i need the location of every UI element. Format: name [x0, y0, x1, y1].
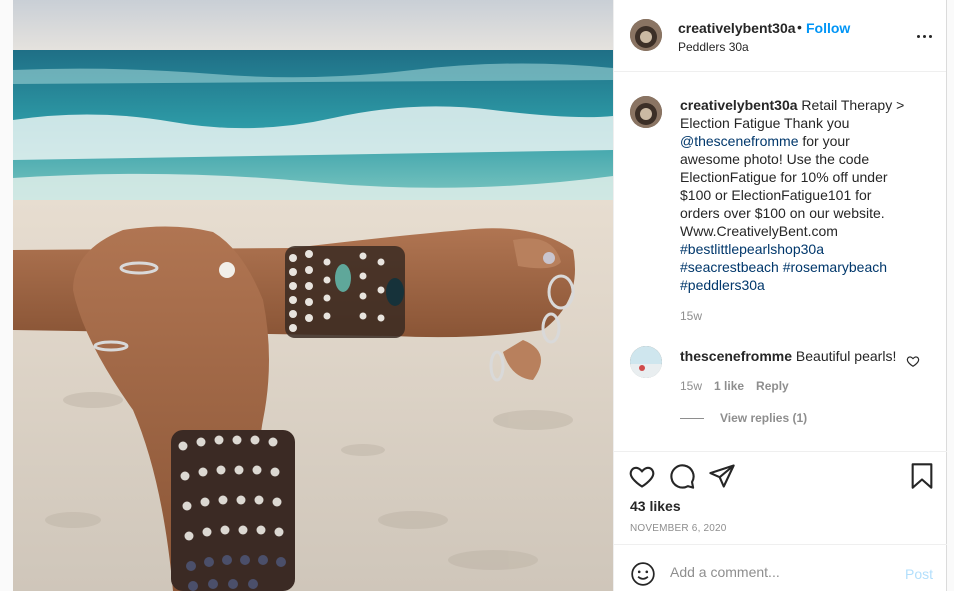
comment-body: Beautiful pearls!	[792, 348, 897, 364]
avatar[interactable]	[630, 19, 662, 51]
follow-button[interactable]: Follow	[806, 20, 850, 36]
add-comment-bar: Post	[614, 544, 948, 591]
hashtag-link[interactable]: #bestlittlepearlshop30a	[680, 241, 824, 257]
share-icon[interactable]	[708, 462, 736, 490]
replies-divider	[680, 418, 704, 419]
wrist-bracelets	[285, 246, 405, 338]
likes-count[interactable]: 43 likes	[630, 498, 681, 514]
post-username[interactable]: creativelybent30a	[678, 20, 796, 36]
avatar[interactable]	[630, 346, 662, 378]
comment-icon[interactable]	[668, 462, 696, 490]
post-comment-button[interactable]: Post	[905, 566, 933, 582]
comment-like-heart-icon[interactable]	[906, 354, 920, 368]
avatar-image	[630, 346, 662, 378]
beach-bracelets-image	[13, 0, 613, 591]
view-replies-button[interactable]: View replies (1)	[720, 411, 807, 425]
comment-input[interactable]	[670, 559, 900, 585]
forearm-bracelets	[171, 430, 295, 591]
post-caption: creativelybent30a Retail Therapy > Elect…	[680, 96, 912, 294]
post-date: NOVEMBER 6, 2020	[630, 523, 727, 534]
mention-link[interactable]: @thescenefromme	[680, 133, 798, 149]
comment-timestamp: 15w	[680, 379, 703, 393]
hashtag-link[interactable]: #seacrestbeach	[680, 259, 779, 275]
post-photo[interactable]	[13, 0, 613, 591]
avatar-image	[630, 19, 662, 51]
post-actions: 43 likes NOVEMBER 6, 2020	[614, 451, 948, 534]
window-edge	[947, 0, 954, 591]
avatar[interactable]	[630, 96, 662, 128]
caption-timestamp: 15w	[680, 309, 703, 323]
caption-username[interactable]: creativelybent30a	[680, 97, 798, 113]
hashtag-link[interactable]: #rosemarybeach	[783, 259, 887, 275]
reply-button[interactable]: Reply	[756, 379, 789, 393]
comment-likes-count[interactable]: 1 like	[714, 379, 744, 393]
comment-text: thescenefromme Beautiful pearls!	[680, 348, 896, 364]
heart-icon[interactable]	[628, 462, 656, 490]
hashtag-link[interactable]: #peddlers30a	[680, 277, 765, 293]
avatar-image	[630, 96, 662, 128]
comment-meta: 15w 1 like Reply	[680, 379, 789, 393]
emoji-icon[interactable]	[630, 561, 656, 587]
post-side-panel: creativelybent30a • Follow Peddlers 30a …	[613, 0, 948, 591]
instagram-post-window: creativelybent30a • Follow Peddlers 30a …	[0, 0, 954, 591]
bookmark-icon[interactable]	[908, 462, 936, 490]
separator-dot: •	[797, 19, 802, 35]
post-location[interactable]: Peddlers 30a	[678, 40, 749, 54]
comments-section[interactable]: creativelybent30a Retail Therapy > Elect…	[614, 73, 948, 451]
comment-username[interactable]: thescenefromme	[680, 348, 792, 364]
post-header: creativelybent30a • Follow Peddlers 30a	[614, 0, 946, 72]
more-options-icon[interactable]	[917, 28, 933, 44]
